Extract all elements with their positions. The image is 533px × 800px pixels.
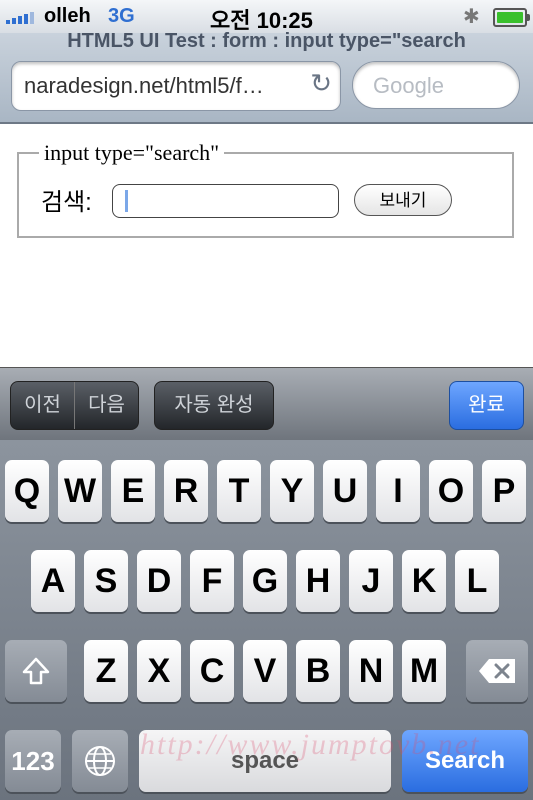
form-fieldset: input type="search" 검색: 보내기 bbox=[17, 140, 514, 238]
globe-key[interactable] bbox=[72, 730, 128, 792]
key-z[interactable]: Z bbox=[84, 640, 128, 702]
key-g[interactable]: G bbox=[243, 550, 287, 612]
form-assistant-bar: 이전 다음 자동 완성 완료 bbox=[0, 367, 533, 441]
previous-button[interactable]: 이전 bbox=[11, 382, 74, 429]
globe-icon bbox=[85, 746, 115, 776]
keyboard: Q W E R T Y U I O P A S D F G H J K L Z … bbox=[0, 440, 533, 800]
watermark-text: http://www.jumptovb.net bbox=[140, 728, 481, 761]
key-e[interactable]: E bbox=[111, 460, 155, 522]
page-title: HTML5 UI Test : form : input type="searc… bbox=[67, 30, 466, 52]
status-bar: olleh 3G 오전 10:25 ✱ bbox=[0, 0, 533, 33]
shift-icon bbox=[22, 657, 50, 685]
key-h[interactable]: H bbox=[296, 550, 340, 612]
key-x[interactable]: X bbox=[137, 640, 181, 702]
backspace-icon bbox=[479, 659, 515, 683]
network-type: 3G bbox=[108, 5, 135, 27]
reload-icon[interactable]: ↻ bbox=[310, 68, 332, 99]
autofill-button[interactable]: 자동 완성 bbox=[155, 382, 273, 429]
key-d[interactable]: D bbox=[137, 550, 181, 612]
next-button[interactable]: 다음 bbox=[75, 382, 138, 429]
key-o[interactable]: O bbox=[429, 460, 473, 522]
shift-key[interactable] bbox=[5, 640, 67, 702]
numbers-key[interactable]: 123 bbox=[5, 730, 61, 792]
key-f[interactable]: F bbox=[190, 550, 234, 612]
url-text: naradesign.net/html5/f… bbox=[24, 73, 264, 98]
key-w[interactable]: W bbox=[58, 460, 102, 522]
key-i[interactable]: I bbox=[376, 460, 420, 522]
key-y[interactable]: Y bbox=[270, 460, 314, 522]
fieldset-legend: input type="search" bbox=[39, 140, 225, 166]
key-m[interactable]: M bbox=[402, 640, 446, 702]
bluetooth-icon: ✱ bbox=[463, 6, 480, 28]
key-l[interactable]: L bbox=[455, 550, 499, 612]
autofill-segment: 자동 완성 bbox=[154, 381, 274, 430]
key-b[interactable]: B bbox=[296, 640, 340, 702]
key-v[interactable]: V bbox=[243, 640, 287, 702]
key-n[interactable]: N bbox=[349, 640, 393, 702]
key-p[interactable]: P bbox=[482, 460, 526, 522]
carrier-name: olleh bbox=[44, 5, 91, 27]
key-u[interactable]: U bbox=[323, 460, 367, 522]
key-j[interactable]: J bbox=[349, 550, 393, 612]
key-t[interactable]: T bbox=[217, 460, 261, 522]
search-input[interactable] bbox=[112, 184, 339, 218]
battery-icon bbox=[493, 8, 530, 27]
submit-button[interactable]: 보내기 bbox=[354, 184, 452, 216]
key-c[interactable]: C bbox=[190, 640, 234, 702]
prev-next-segment: 이전 다음 bbox=[10, 381, 139, 430]
signal-strength-icon bbox=[6, 12, 34, 24]
page-content: input type="search" 검색: 보내기 bbox=[0, 124, 533, 367]
google-search-field[interactable]: Google bbox=[352, 61, 520, 109]
done-button[interactable]: 완료 bbox=[449, 381, 524, 430]
key-q[interactable]: Q bbox=[5, 460, 49, 522]
key-r[interactable]: R bbox=[164, 460, 208, 522]
text-cursor bbox=[125, 190, 128, 212]
key-s[interactable]: S bbox=[84, 550, 128, 612]
backspace-key[interactable] bbox=[466, 640, 528, 702]
key-k[interactable]: K bbox=[402, 550, 446, 612]
address-bar[interactable]: naradesign.net/html5/f… ↻ bbox=[11, 61, 341, 111]
search-label: 검색: bbox=[41, 189, 92, 216]
browser-toolbar: HTML5 UI Test : form : input type="searc… bbox=[0, 30, 533, 124]
key-a[interactable]: A bbox=[31, 550, 75, 612]
